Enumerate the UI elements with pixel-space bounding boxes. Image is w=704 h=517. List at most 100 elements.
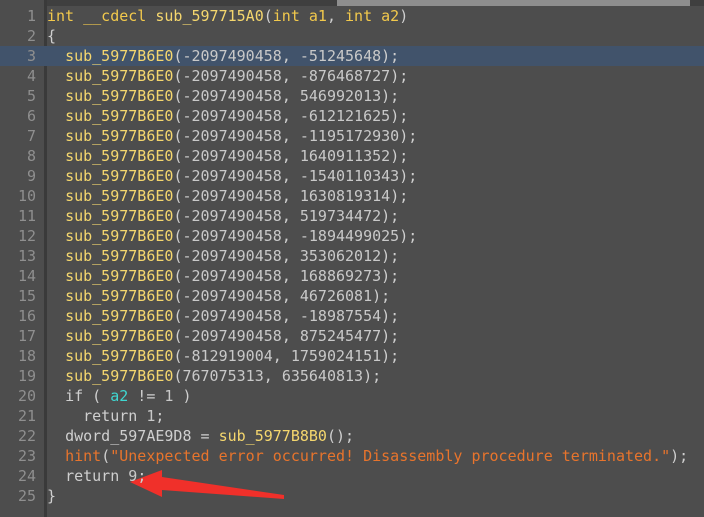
code-token: , — [281, 127, 300, 145]
code-line-text: sub_5977B6E0(-812919004, 1759024151); — [47, 346, 399, 366]
code-line-text: sub_5977B6E0(-2097490458, -1540110343); — [47, 166, 417, 186]
code-token: ); — [372, 287, 391, 305]
code-token: ; — [155, 407, 165, 425]
code-line-text: sub_5977B6E0(-2097490458, 1640911352); — [47, 146, 408, 166]
code-line[interactable]: 25} — [0, 486, 704, 506]
code-token: -2097490458 — [182, 187, 282, 205]
code-line-text: sub_5977B6E0(-2097490458, -1894499025); — [47, 226, 417, 246]
code-token: 46726081 — [299, 287, 373, 305]
code-line[interactable]: 20 if ( a2 != 1 ) — [0, 386, 704, 406]
code-token: ); — [670, 447, 689, 465]
code-token: sub_5977B6E0 — [65, 367, 174, 385]
code-token: , — [281, 67, 300, 85]
code-line[interactable]: 15 sub_5977B6E0(-2097490458, 46726081); — [0, 286, 704, 306]
code-token: -2097490458 — [182, 87, 282, 105]
code-line-text: sub_5977B6E0(-2097490458, -51245648); — [47, 46, 399, 66]
code-token: , — [281, 187, 300, 205]
code-token: , — [281, 287, 300, 305]
code-line[interactable]: 19 sub_5977B6E0(767075313, 635640813); — [0, 366, 704, 386]
code-token: __cdecl — [83, 7, 147, 25]
code-token: -1540110343 — [299, 167, 400, 185]
line-number: 22 — [17, 427, 36, 445]
code-token: -2097490458 — [182, 207, 282, 225]
code-line-text: dword_597AE9D8 = sub_5977B8B0(); — [47, 426, 354, 446]
code-token: 875245477 — [299, 327, 382, 345]
code-token: "Unexpected error occurred! Disassembly … — [110, 447, 671, 465]
code-token: ); — [381, 327, 400, 345]
code-token: -2097490458 — [182, 247, 282, 265]
code-token: , — [281, 87, 300, 105]
line-number: 8 — [26, 147, 36, 165]
code-token: ( — [101, 447, 111, 465]
code-token: -2097490458 — [182, 327, 282, 345]
code-line-text: sub_5977B6E0(767075313, 635640813); — [47, 366, 381, 386]
code-token: a2 — [381, 7, 400, 25]
code-line[interactable]: 7 sub_5977B6E0(-2097490458, -1195172930)… — [0, 126, 704, 146]
code-line[interactable]: 12 sub_5977B6E0(-2097490458, -1894499025… — [0, 226, 704, 246]
code-line[interactable]: 24 return 9; — [0, 466, 704, 486]
code-token: sub_5977B6E0 — [65, 47, 174, 65]
code-line[interactable]: 11 sub_5977B6E0(-2097490458, 519734472); — [0, 206, 704, 226]
line-number: 14 — [17, 267, 36, 285]
code-token: { — [47, 27, 57, 45]
line-number: 20 — [17, 387, 36, 405]
code-token: 767075313 — [182, 367, 264, 385]
code-token: = — [191, 427, 219, 445]
code-token: sub_5977B6E0 — [65, 207, 174, 225]
code-line-text: sub_5977B6E0(-2097490458, -612121625); — [47, 106, 408, 126]
code-token: ); — [363, 367, 382, 385]
code-line[interactable]: 5 sub_5977B6E0(-2097490458, 546992013); — [0, 86, 704, 106]
code-token: hint — [65, 447, 102, 465]
code-line-text: sub_5977B6E0(-2097490458, 546992013); — [47, 86, 399, 106]
code-line[interactable]: 18 sub_5977B6E0(-812919004, 1759024151); — [0, 346, 704, 366]
code-line[interactable]: 6 sub_5977B6E0(-2097490458, -612121625); — [0, 106, 704, 126]
line-number: 11 — [17, 207, 36, 225]
code-line[interactable]: 2{ — [0, 26, 704, 46]
code-line[interactable]: 8 sub_5977B6E0(-2097490458, 1640911352); — [0, 146, 704, 166]
code-line[interactable]: 1 int __cdecl sub_597715A0(int a1, int a2… — [0, 6, 704, 26]
code-line[interactable]: 10 sub_5977B6E0(-2097490458, 1630819314)… — [0, 186, 704, 206]
code-token: -2097490458 — [182, 47, 282, 65]
code-token: sub_5977B6E0 — [65, 147, 174, 165]
code-area[interactable]: 1 int __cdecl sub_597715A0(int a1, int a2… — [0, 6, 704, 517]
line-number: 4 — [26, 67, 36, 85]
code-token: , — [281, 147, 300, 165]
code-token: ); — [381, 207, 400, 225]
code-line[interactable]: 17 sub_5977B6E0(-2097490458, 875245477); — [0, 326, 704, 346]
code-line-text: return 9; — [47, 466, 146, 486]
code-line[interactable]: 22 dword_597AE9D8 = sub_5977B8B0(); — [0, 426, 704, 446]
code-line[interactable]: 4 sub_5977B6E0(-2097490458, -876468727); — [0, 66, 704, 86]
code-token: sub_5977B6E0 — [65, 87, 174, 105]
code-line[interactable]: 21 return 1; — [0, 406, 704, 426]
code-token: , — [281, 167, 300, 185]
code-token: , — [281, 307, 300, 325]
code-line[interactable]: 13 sub_5977B6E0(-2097490458, 353062012); — [0, 246, 704, 266]
line-number: 23 — [17, 447, 36, 465]
code-token: if — [65, 387, 84, 405]
code-line-text: sub_5977B6E0(-2097490458, 353062012); — [47, 246, 399, 266]
code-token: -2097490458 — [182, 147, 282, 165]
code-line[interactable]: 23 hint("Unexpected error occurred! Disa… — [0, 446, 704, 466]
code-token: , — [281, 207, 300, 225]
code-line[interactable]: 16 sub_5977B6E0(-2097490458, -18987554); — [0, 306, 704, 326]
code-token: sub_597715A0 — [155, 7, 264, 25]
code-line[interactable]: 9 sub_5977B6E0(-2097490458, -1540110343)… — [0, 166, 704, 186]
code-token: -51245648 — [299, 47, 382, 65]
code-line[interactable]: 14 sub_5977B6E0(-2097490458, 168869273); — [0, 266, 704, 286]
code-line[interactable]: 3 sub_5977B6E0(-2097490458, -51245648); — [0, 46, 704, 66]
code-token: != — [128, 387, 165, 405]
